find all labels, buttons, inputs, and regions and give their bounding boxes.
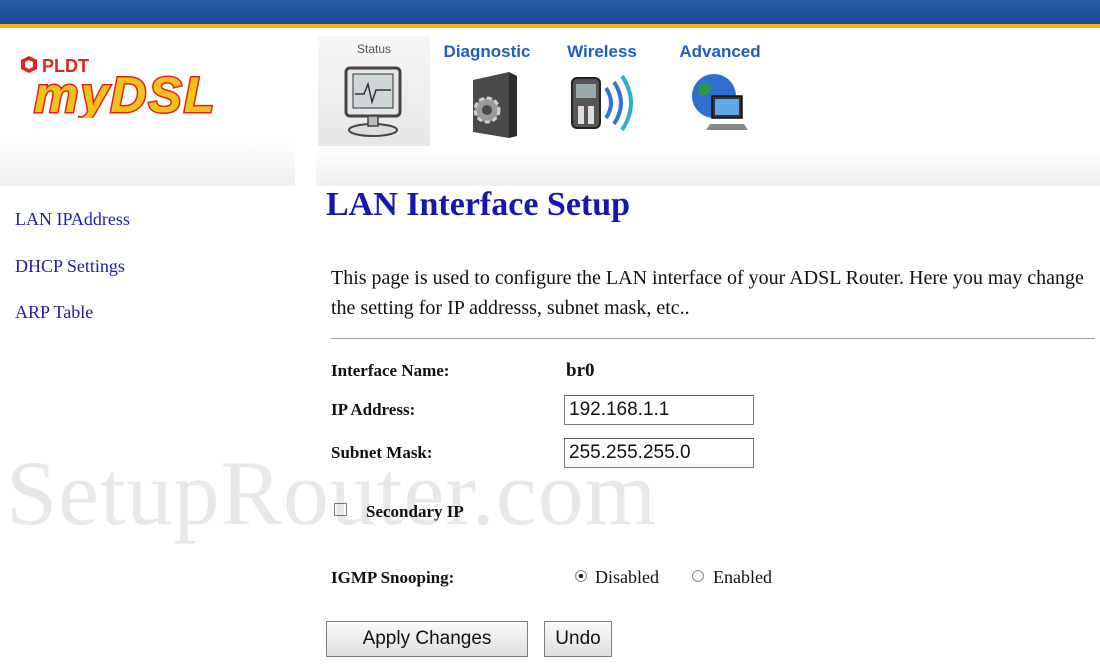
tab-diagnostic-label: Diagnostic [443, 42, 531, 61]
undo-button[interactable]: Undo [544, 621, 612, 657]
tab-status-label: Status [356, 42, 392, 56]
top-banner-stripe [0, 24, 1100, 28]
igmp-disabled-label: Disabled [595, 567, 659, 587]
interface-name-value: br0 [566, 360, 595, 381]
tab-wireless[interactable]: Wireless [546, 36, 658, 146]
page-title: LAN Interface Setup [326, 186, 631, 223]
secondary-ip-label: Secondary IP [366, 502, 464, 521]
igmp-disabled-radio[interactable] [575, 570, 587, 582]
subnet-mask-label: Subnet Mask: [331, 443, 433, 462]
secondary-ip-checkbox[interactable] [334, 503, 347, 516]
sidebar-item-dhcp-settings[interactable]: DHCP Settings [15, 256, 125, 277]
monitor-icon [344, 66, 402, 137]
page-description: This page is used to configure the LAN i… [331, 267, 1084, 319]
wireless-icon [571, 74, 633, 132]
divider [331, 338, 1095, 339]
top-banner [0, 0, 1100, 24]
logo-main-text: myDSL [34, 67, 216, 118]
subnet-mask-input[interactable] [564, 438, 754, 468]
globe-computer-icon [692, 74, 748, 130]
tab-advanced-label: Advanced [679, 42, 761, 61]
gear-tower-icon [473, 72, 517, 138]
igmp-enabled-radio[interactable] [692, 570, 704, 582]
apply-changes-button[interactable]: Apply Changes [326, 621, 528, 657]
tab-wireless-label: Wireless [567, 42, 637, 61]
nav-underbar [316, 150, 1100, 186]
tab-status[interactable]: Status [318, 36, 430, 146]
ip-address-label: IP Address: [331, 400, 416, 419]
igmp-enabled-label: Enabled [713, 567, 772, 587]
sidebar-item-lan-ip-address[interactable]: LAN IPAddress [15, 209, 130, 230]
pldt-mydsl-logo: PLDT myDSL [18, 52, 280, 125]
tab-advanced[interactable]: Advanced [664, 36, 776, 146]
igmp-snooping-label: IGMP Snooping: [331, 568, 455, 587]
ip-address-input[interactable] [564, 395, 754, 425]
interface-name-label: Interface Name: [331, 361, 450, 380]
tab-diagnostic[interactable]: Diagnostic [431, 36, 543, 146]
sidebar-item-arp-table[interactable]: ARP Table [15, 302, 93, 323]
